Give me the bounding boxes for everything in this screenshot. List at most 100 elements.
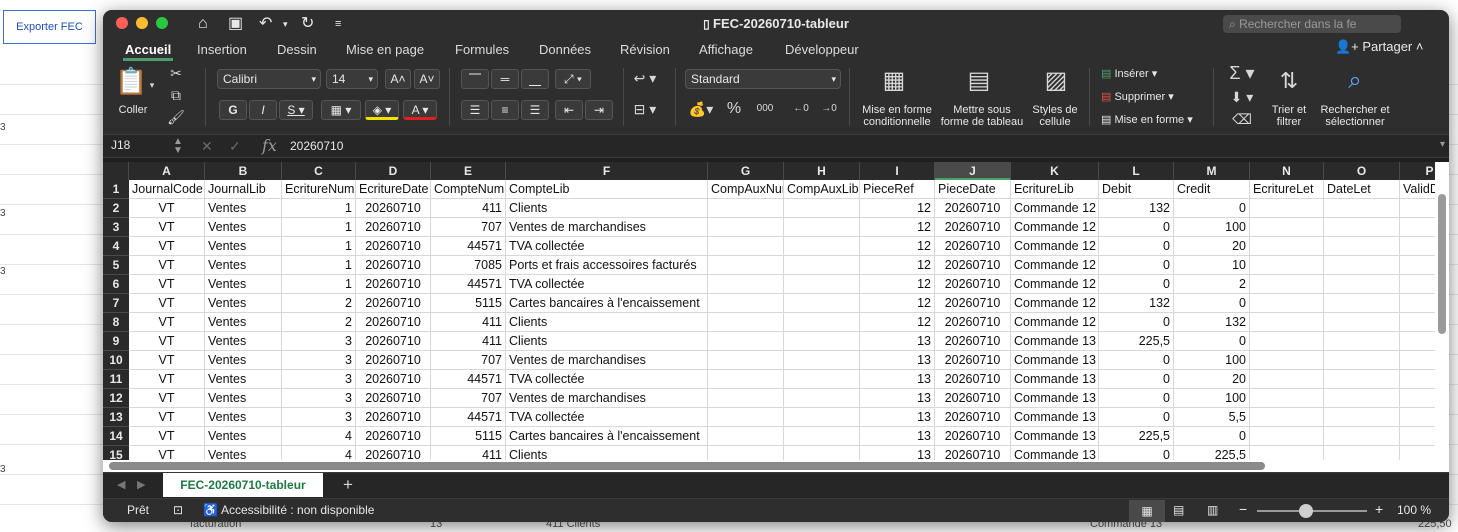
column-title-cell[interactable]: EcritureLib (1011, 180, 1099, 199)
table-cell[interactable]: 4 (282, 446, 356, 460)
table-cell[interactable] (1250, 427, 1324, 446)
table-cell[interactable]: 225,5 (1174, 446, 1250, 460)
tab-insertion[interactable]: Insertion (197, 40, 247, 60)
zoom-level[interactable]: 100 % (1397, 503, 1431, 517)
autosum-icon[interactable]: Σ ▾ (1227, 64, 1257, 82)
table-cell[interactable] (708, 237, 784, 256)
table-cell[interactable]: 20260710 (935, 313, 1011, 332)
table-cell[interactable]: TVA collectée (506, 370, 708, 389)
number-format-select[interactable]: Standard ▾ (685, 69, 841, 89)
cancel-icon[interactable]: ✕ (201, 138, 213, 155)
table-cell[interactable]: 20260710 (935, 389, 1011, 408)
currency-icon[interactable]: 💰▾ (685, 100, 717, 118)
column-title-cell[interactable]: CompAuxLib (784, 180, 860, 199)
table-cell[interactable]: 5115 (431, 427, 506, 446)
table-cell[interactable] (1250, 446, 1324, 460)
table-cell[interactable] (784, 313, 860, 332)
table-cell[interactable]: 132 (1099, 199, 1174, 218)
table-cell[interactable] (708, 218, 784, 237)
table-cell[interactable]: 12 (860, 294, 935, 313)
table-cell[interactable] (1250, 351, 1324, 370)
table-cell[interactable] (1250, 275, 1324, 294)
table-cell[interactable]: 12 (860, 275, 935, 294)
table-cell[interactable]: 20260710 (356, 389, 431, 408)
macro-record-icon[interactable]: ⊡ (173, 503, 183, 517)
table-cell[interactable] (784, 218, 860, 237)
column-header-e[interactable]: E (431, 162, 506, 180)
align-right-icon[interactable]: ☰ (521, 100, 549, 120)
align-bottom-icon[interactable]: ⎽ (521, 69, 549, 89)
table-cell[interactable] (1324, 294, 1400, 313)
table-cell[interactable]: 3 (282, 351, 356, 370)
table-cell[interactable]: VT (129, 218, 205, 237)
column-header-g[interactable]: G (708, 162, 784, 180)
table-cell[interactable]: 5115 (431, 294, 506, 313)
find-select-label[interactable]: Rechercher et sélectionner (1315, 104, 1395, 128)
table-cell[interactable]: VT (129, 427, 205, 446)
table-cell[interactable] (708, 370, 784, 389)
table-cell[interactable] (1324, 256, 1400, 275)
tab-mise-en-page[interactable]: Mise en page (346, 40, 424, 60)
table-cell[interactable]: 20260710 (356, 332, 431, 351)
underline-button[interactable]: S ▾ (279, 100, 313, 120)
tab-developpeur[interactable]: Développeur (785, 40, 859, 60)
accessibility-icon[interactable]: ♿ (203, 503, 218, 517)
table-cell[interactable]: Commande 13 (1011, 332, 1099, 351)
table-cell[interactable]: Cartes bancaires à l'encaissement (506, 427, 708, 446)
table-cell[interactable] (1324, 427, 1400, 446)
table-cell[interactable]: 44571 (431, 408, 506, 427)
fill-icon[interactable]: ⬇ ▾ (1227, 88, 1257, 106)
table-cell[interactable] (708, 256, 784, 275)
table-cell[interactable]: TVA collectée (506, 237, 708, 256)
table-cell[interactable]: 411 (431, 313, 506, 332)
table-cell[interactable]: 0 (1099, 370, 1174, 389)
align-left-icon[interactable]: ☰ (461, 100, 489, 120)
copy-icon[interactable]: ⧉ (167, 86, 185, 104)
table-cell[interactable]: Ventes (205, 351, 282, 370)
table-cell[interactable] (1324, 275, 1400, 294)
row-header[interactable]: 15 (103, 446, 129, 460)
table-cell[interactable]: 13 (860, 351, 935, 370)
table-cell[interactable]: VT (129, 389, 205, 408)
table-cell[interactable]: TVA collectée (506, 275, 708, 294)
table-cell[interactable]: 20260710 (356, 218, 431, 237)
table-cell[interactable] (1324, 446, 1400, 460)
table-cell[interactable] (1324, 389, 1400, 408)
table-cell[interactable]: Ventes (205, 199, 282, 218)
expand-formula-icon[interactable]: ▾ (1440, 139, 1445, 150)
table-cell[interactable]: 1 (282, 256, 356, 275)
table-cell[interactable]: Commande 12 (1011, 218, 1099, 237)
paste-dropdown-icon[interactable]: ▾ (147, 76, 157, 94)
table-cell[interactable]: Commande 12 (1011, 294, 1099, 313)
table-cell[interactable] (708, 389, 784, 408)
table-cell[interactable]: 13 (860, 446, 935, 460)
table-cell[interactable] (784, 275, 860, 294)
row-header[interactable]: 1 (103, 180, 129, 199)
table-cell[interactable]: Ventes (205, 294, 282, 313)
table-cell[interactable]: Cartes bancaires à l'encaissement (506, 294, 708, 313)
tab-formules[interactable]: Formules (455, 40, 509, 60)
table-cell[interactable]: 411 (431, 332, 506, 351)
fill-color-icon[interactable]: ◈ ▾ (365, 100, 399, 120)
column-title-cell[interactable]: JournalLib (205, 180, 282, 199)
table-cell[interactable] (784, 351, 860, 370)
table-cell[interactable]: Commande 12 (1011, 237, 1099, 256)
table-cell[interactable]: 13 (860, 332, 935, 351)
table-cell[interactable]: 2 (282, 294, 356, 313)
table-cell[interactable]: 707 (431, 351, 506, 370)
table-cell[interactable]: 20260710 (935, 294, 1011, 313)
table-cell[interactable]: 20260710 (935, 275, 1011, 294)
table-cell[interactable]: 20260710 (356, 370, 431, 389)
spreadsheet-grid[interactable]: ABCDEFGHIJKLMNOP 1 JournalCode JournalLib E… (103, 162, 1449, 460)
table-cell[interactable] (1250, 313, 1324, 332)
table-cell[interactable]: 20260710 (356, 237, 431, 256)
clipboard-icon[interactable]: 📋 (115, 66, 147, 96)
table-cell[interactable]: 20260710 (356, 313, 431, 332)
table-cell[interactable]: 2 (282, 313, 356, 332)
table-cell[interactable]: 20260710 (935, 237, 1011, 256)
table-cell[interactable]: 20260710 (356, 427, 431, 446)
table-cell[interactable]: 20260710 (935, 332, 1011, 351)
table-cell[interactable]: 3 (282, 408, 356, 427)
table-cell[interactable] (784, 256, 860, 275)
row-header[interactable]: 3 (103, 218, 129, 237)
